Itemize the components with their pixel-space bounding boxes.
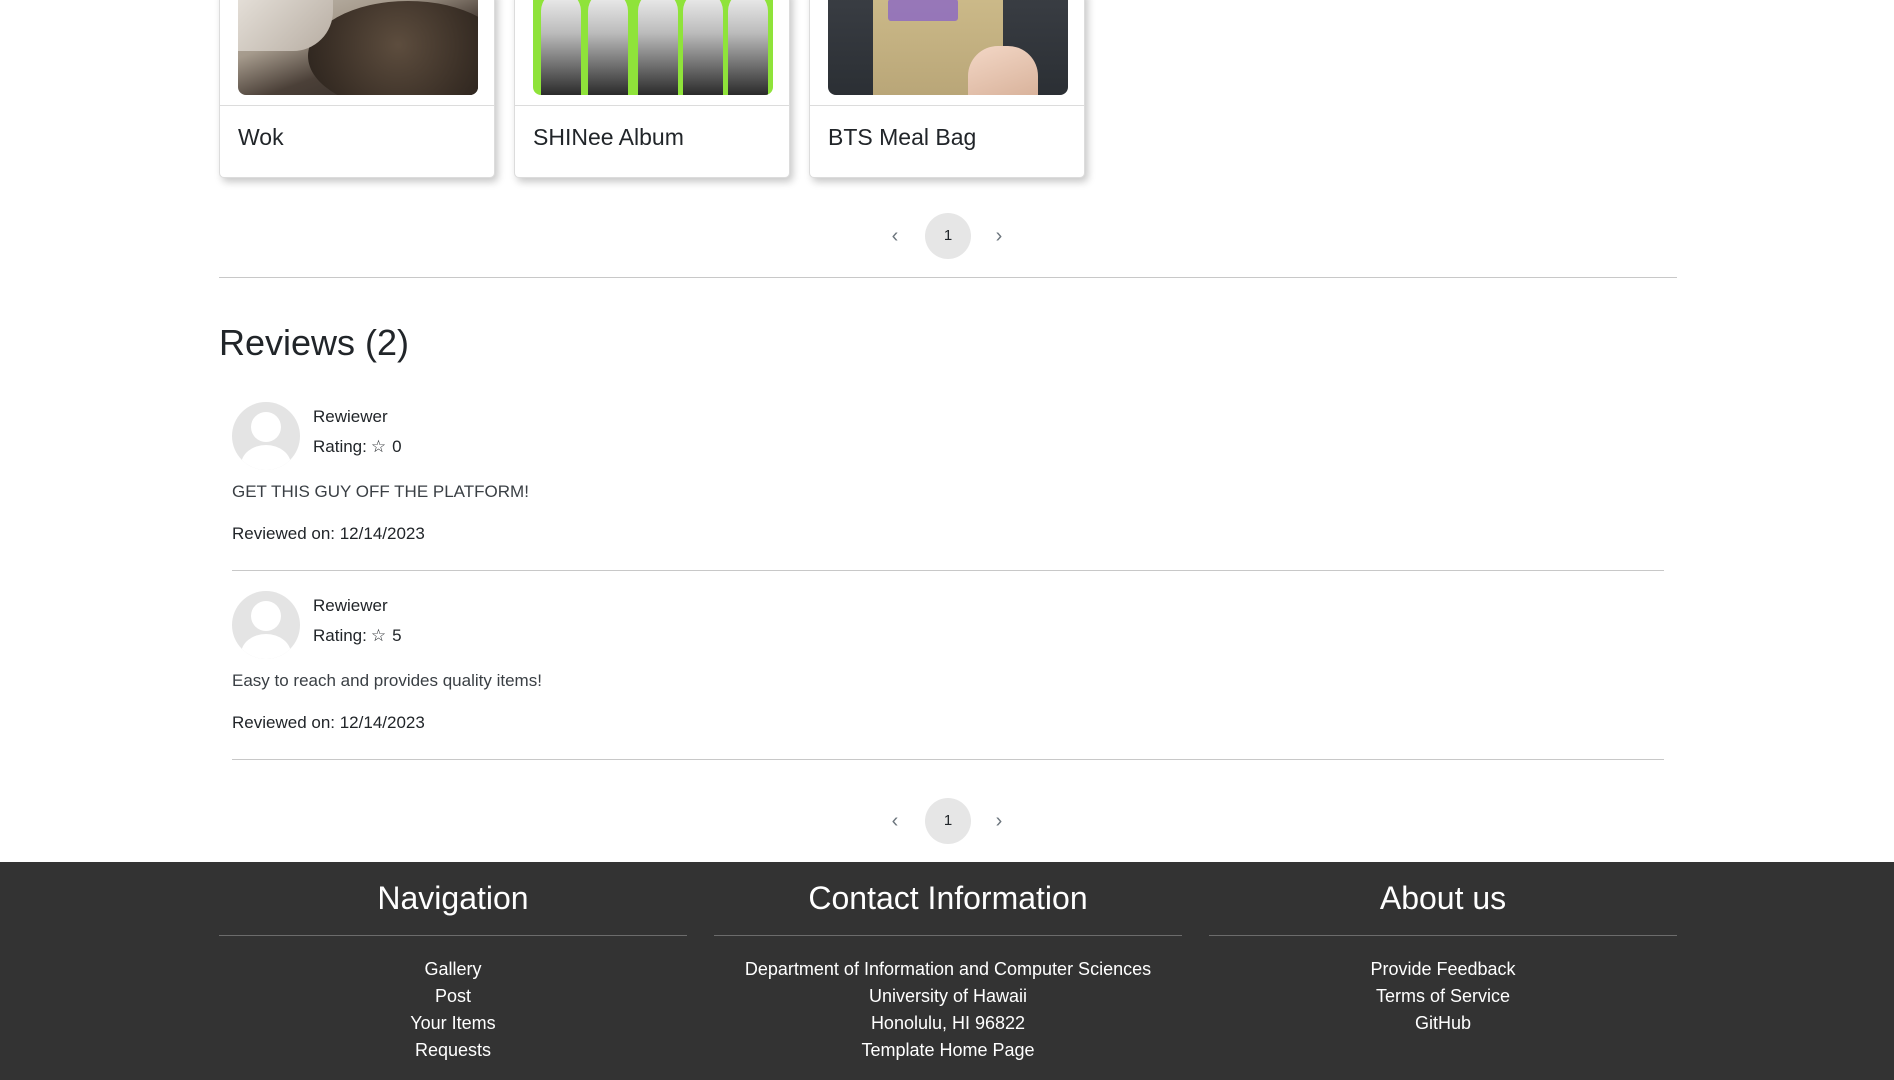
item-card-bts-meal-bag[interactable]: BTS Meal Bag — [809, 0, 1085, 178]
page-button[interactable]: 1 — [925, 798, 971, 844]
footer-link-feedback[interactable]: Provide Feedback — [1370, 959, 1515, 979]
chevron-left-icon[interactable]: ‹ — [885, 810, 905, 832]
footer-link-terms[interactable]: Terms of Service — [1376, 986, 1510, 1006]
item-card-shinee-album[interactable]: SHINee Album — [514, 0, 790, 178]
footer-link-post[interactable]: Post — [435, 986, 471, 1006]
footer-divider — [1209, 935, 1677, 936]
footer-link-template-home[interactable]: Template Home Page — [861, 1040, 1034, 1060]
card-divider — [515, 105, 789, 106]
reviews-pagination: ‹ 1 › — [0, 798, 1894, 844]
card-divider — [810, 105, 1084, 106]
footer-about: About us Provide Feedback Terms of Servi… — [1209, 862, 1677, 1037]
footer-link-gallery[interactable]: Gallery — [424, 959, 481, 979]
wok-image — [238, 0, 478, 95]
item-title: SHINee Album — [533, 124, 684, 150]
item-title: Wok — [238, 124, 284, 150]
footer-heading: Contact Information — [808, 880, 1088, 916]
reviewer-name: Rewiewer — [313, 596, 388, 615]
footer-link-github[interactable]: GitHub — [1415, 1013, 1471, 1033]
footer-divider — [714, 935, 1182, 936]
review-date: Reviewed on: 12/14/2023 — [232, 713, 425, 732]
footer-divider — [219, 935, 687, 936]
chevron-right-icon[interactable]: › — [989, 225, 1009, 247]
star-icon: ☆ — [370, 626, 387, 645]
page: Wok SHINee Album BTS Meal Bag ‹ 1 › Revi… — [0, 0, 1894, 1080]
rating-label: Rating: — [313, 437, 367, 456]
footer: Navigation Gallery Post Your Items Reque… — [0, 862, 1894, 1080]
chevron-right-icon[interactable]: › — [989, 810, 1009, 832]
reviewer-name: Rewiewer — [313, 407, 388, 426]
contact-department: Department of Information and Computer S… — [744, 959, 1152, 979]
item-title: BTS Meal Bag — [828, 124, 977, 150]
avatar — [232, 591, 300, 659]
review-date: Reviewed on: 12/14/2023 — [232, 524, 425, 543]
rating-value: 0 — [392, 437, 402, 456]
footer-heading: About us — [1379, 880, 1507, 916]
shinee-album-image — [533, 0, 773, 95]
section-divider — [219, 277, 1677, 278]
contact-address: Honolulu, HI 96822 — [870, 1013, 1026, 1033]
review-divider — [232, 570, 1664, 571]
rating-label: Rating: — [313, 626, 367, 645]
page-button[interactable]: 1 — [925, 213, 971, 259]
items-pagination: ‹ 1 › — [0, 213, 1894, 259]
bts-meal-bag-image — [828, 0, 1068, 95]
reviews-heading: Reviews (2) — [219, 322, 410, 363]
review-divider — [232, 759, 1664, 760]
contact-university: University of Hawaii — [868, 986, 1028, 1006]
rating-value: 5 — [392, 626, 402, 645]
footer-heading: Navigation — [377, 880, 529, 916]
rating: Rating: ☆ 0 — [313, 437, 402, 457]
item-card-wok[interactable]: Wok — [219, 0, 495, 178]
footer-link-requests[interactable]: Requests — [415, 1040, 491, 1060]
rating: Rating: ☆ 5 — [313, 626, 402, 646]
chevron-left-icon[interactable]: ‹ — [885, 225, 905, 247]
footer-link-your-items[interactable]: Your Items — [410, 1013, 495, 1033]
footer-navigation: Navigation Gallery Post Your Items Reque… — [219, 862, 687, 1064]
review-text: Easy to reach and provides quality items… — [232, 671, 542, 690]
footer-contact: Contact Information Department of Inform… — [714, 862, 1182, 1064]
star-icon: ☆ — [370, 437, 387, 456]
review-text: GET THIS GUY OFF THE PLATFORM! — [232, 482, 529, 501]
card-divider — [220, 105, 494, 106]
avatar — [232, 402, 300, 470]
